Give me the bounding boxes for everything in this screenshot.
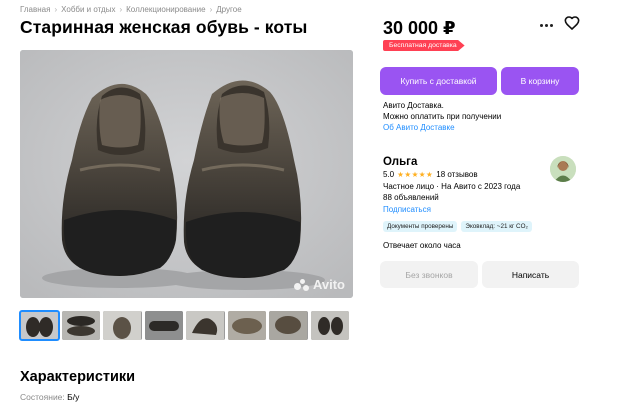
write-message-button[interactable]: Написать [482,261,579,288]
add-to-cart-button[interactable]: В корзину [501,67,579,95]
no-calls-button: Без звонков [380,261,478,288]
characteristic-condition: Состояние: Б/у [20,392,79,402]
response-time: Отвечает около часа [383,241,461,250]
avatar[interactable] [550,156,576,182]
main-photo[interactable]: Avito [20,50,353,298]
reviews-link[interactable]: 18 отзывов [436,170,477,179]
thumbnail[interactable] [269,311,308,340]
thumbnail-strip [19,310,349,341]
thumbnail[interactable] [61,311,100,340]
watermark-text: Avito [312,277,345,292]
seller-tags: Документы проверены Эковклад: ~21 кг CO₂ [383,221,532,232]
rating-stars-icon: ★★★★★ [397,170,434,179]
avito-watermark: Avito [293,277,345,292]
thumbnail[interactable] [186,311,225,340]
breadcrumb-separator: › [209,5,213,14]
thumbnail[interactable] [144,311,183,340]
eco-contribution-tag: Эковклад: ~21 кг CO₂ [461,221,532,232]
breadcrumb-item-home[interactable]: Главная [20,5,50,14]
seller-rating: 5.0 ★★★★★ 18 отзывов [383,170,478,179]
breadcrumb-item-collecting[interactable]: Коллекционирование [126,5,205,14]
delivery-info: Авито Доставка. [383,101,444,110]
thumbnail[interactable] [19,310,60,341]
seller-listings-count[interactable]: 88 объявлений [383,193,439,202]
thumbnail[interactable] [310,311,349,340]
seller-name[interactable]: Ольга [383,156,417,168]
condition-label: Состояние: [20,392,65,402]
thumbnail[interactable] [103,311,142,340]
free-delivery-badge: Бесплатная доставка [383,40,465,51]
breadcrumb-item-other[interactable]: Другое [216,5,241,14]
subscribe-link[interactable]: Подписаться [383,205,431,214]
documents-verified-tag: Документы проверены [383,221,458,232]
more-dots-icon[interactable] [540,20,554,30]
avito-logo-icon [293,278,310,291]
shoes-photo [20,50,353,298]
seller-since: Частное лицо · На Авито с 2023 года [383,182,521,191]
avatar-image [550,156,576,182]
breadcrumb-separator: › [119,5,123,14]
heart-icon[interactable] [564,15,580,31]
payment-info: Можно оплатить при получении [383,112,502,121]
thumbnail[interactable] [227,311,266,340]
delivery-about-link[interactable]: Об Авито Доставке [383,123,455,132]
breadcrumb-separator: › [54,5,58,14]
rating-value: 5.0 [383,170,395,179]
characteristics-title: Характеристики [20,369,136,385]
breadcrumb: Главная › Хобби и отдых › Коллекциониров… [20,5,242,14]
buy-with-delivery-button[interactable]: Купить с доставкой [380,67,497,95]
price: 30 000 ₽ [383,18,456,38]
breadcrumb-item-hobby[interactable]: Хобби и отдых [61,5,115,14]
condition-value: Б/у [67,392,80,402]
page-title: Старинная женская обувь - коты [20,17,308,37]
